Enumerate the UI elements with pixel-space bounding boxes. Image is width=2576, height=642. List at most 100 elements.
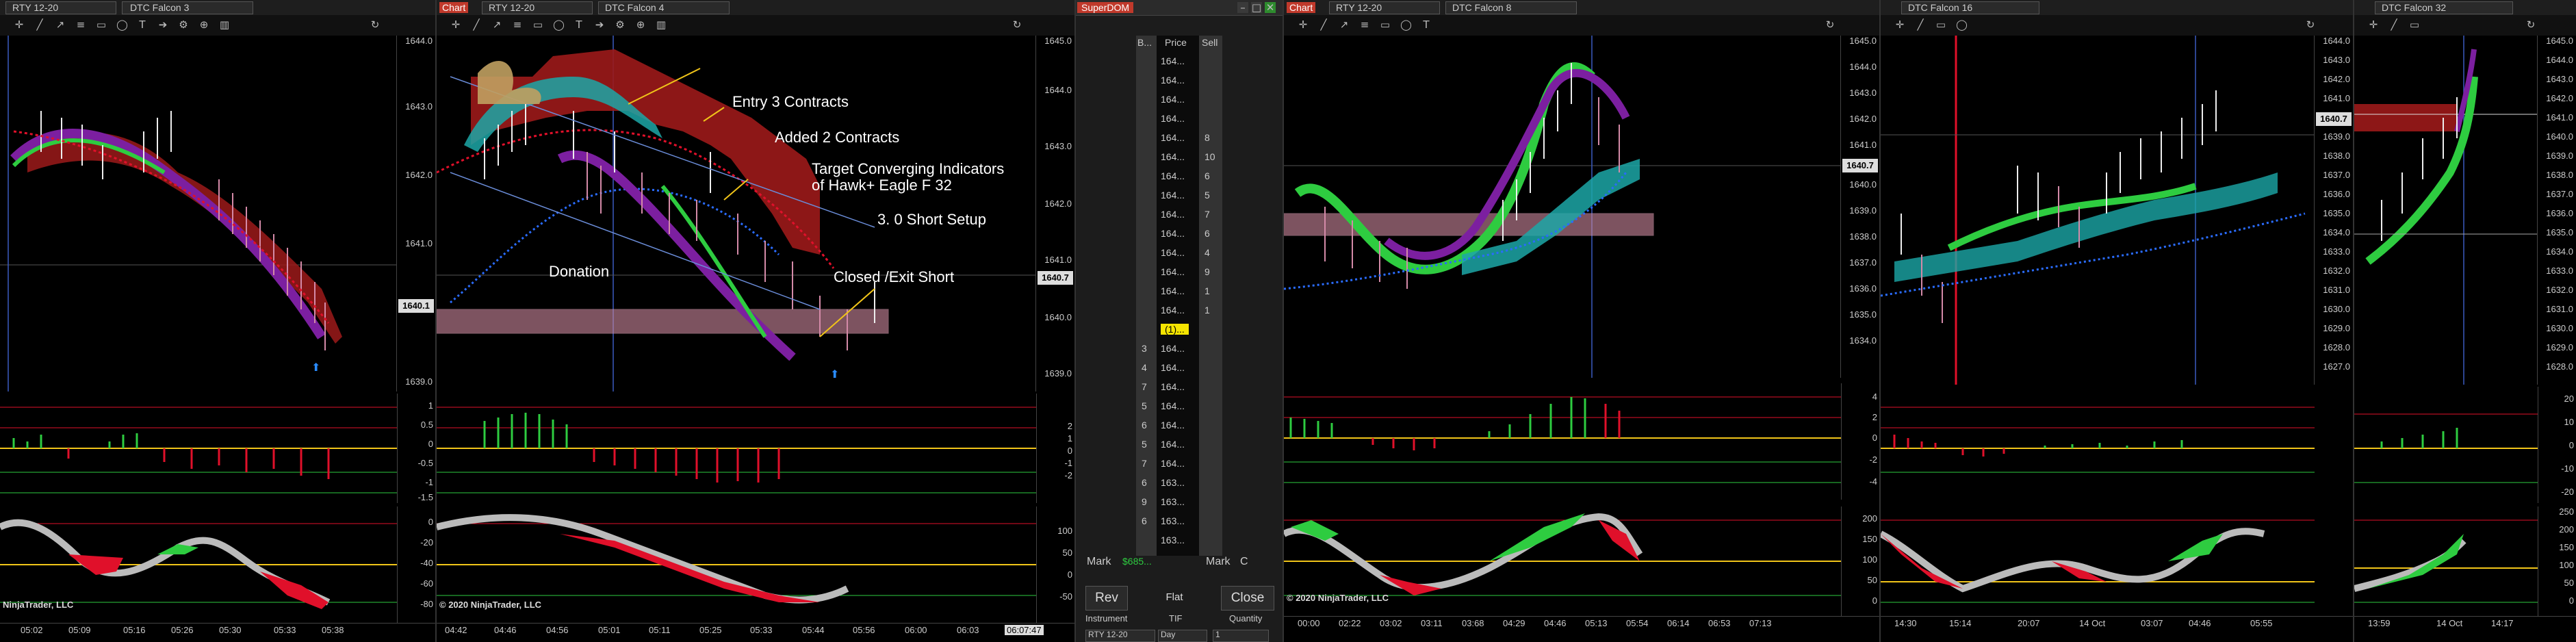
crosshair-icon[interactable]: ✛ [2368, 19, 2379, 30]
price-axis[interactable]: 1644.0 1643.0 1642.0 1641.0 1640.1 1639.… [396, 36, 435, 391]
dom-row[interactable]: 164... 10 [1136, 148, 1222, 167]
text-tool-icon[interactable]: T [574, 19, 584, 30]
zoom-icon[interactable]: ⊕ [635, 19, 646, 30]
line-tool-icon[interactable]: ╱ [34, 19, 45, 30]
dom-row[interactable]: 6 163... [1136, 474, 1222, 493]
price-chart[interactable]: ⬆ [0, 36, 397, 391]
dom-buy-cell[interactable]: 5 [1142, 400, 1147, 411]
ellipse-tool-icon[interactable]: ◯ [116, 19, 128, 30]
dom-row[interactable]: 164... 5 [1136, 186, 1222, 205]
dom-buy-cell[interactable]: 6 [1142, 420, 1147, 431]
refresh-icon[interactable]: ↻ [1012, 19, 1022, 30]
quantity-field[interactable] [1213, 630, 1269, 642]
settings-icon[interactable]: ⚙ [615, 19, 626, 30]
dom-sell-cell[interactable]: 5 [1205, 190, 1210, 201]
fib-tool-icon[interactable]: ≡ [1359, 19, 1370, 30]
oscillator-2[interactable] [2354, 506, 2538, 616]
rect-tool-icon[interactable]: ▭ [1935, 19, 1946, 30]
dom-row[interactable]: 164... 6 [1136, 224, 1222, 244]
dom-row[interactable]: 6 164... [1136, 416, 1222, 435]
dom-row[interactable]: 164... 1 [1136, 301, 1222, 320]
dom-sell-cell[interactable]: 10 [1205, 151, 1215, 162]
oscillator-1[interactable] [2354, 387, 2538, 503]
dom-sell-cell[interactable]: 1 [1205, 285, 1210, 296]
dom-buy-cell[interactable]: 6 [1142, 477, 1147, 488]
dom-sell-cell[interactable]: 4 [1205, 247, 1210, 258]
dom-row[interactable]: 164... 4 [1136, 244, 1222, 263]
price-axis[interactable]: 1645.0 1644.0 1643.0 1642.0 1641.0 1640.… [1840, 36, 1879, 378]
price-chart[interactable] [1284, 36, 1841, 378]
ellipse-tool-icon[interactable]: ◯ [1400, 19, 1412, 30]
dom-row[interactable]: 164... [1136, 52, 1222, 71]
minimize-icon[interactable]: – [1237, 2, 1248, 13]
line-tool-icon[interactable]: ╱ [1915, 19, 1926, 30]
reverse-button[interactable]: Rev [1085, 586, 1128, 611]
dom-row[interactable]: 4 164... [1136, 359, 1222, 378]
dom-row[interactable]: 5 164... [1136, 435, 1222, 454]
crosshair-icon[interactable]: ✛ [1298, 19, 1309, 30]
dom-buy-cell[interactable]: 7 [1142, 458, 1147, 469]
zoom-icon[interactable]: ⊕ [198, 19, 209, 30]
dom-row[interactable]: 164... 6 [1136, 167, 1222, 186]
oscillator-1[interactable] [1284, 383, 1841, 500]
dom-sell-cell[interactable]: 9 [1205, 266, 1210, 277]
time-axis[interactable]: 00:00 02:22 03:02 03:11 03:68 04:29 04:4… [1284, 616, 1879, 642]
oscillator-1[interactable] [1881, 387, 2315, 503]
refresh-icon[interactable]: ↻ [2305, 19, 2316, 30]
dom-row[interactable]: 3 164... [1136, 339, 1222, 359]
dom-row[interactable]: (1)... [1136, 320, 1222, 339]
dom-buy-cell[interactable]: 7 [1142, 381, 1147, 392]
oscillator-1[interactable] [437, 394, 1036, 503]
crosshair-icon[interactable]: ✛ [1894, 19, 1905, 30]
refresh-icon[interactable]: ↻ [370, 19, 381, 30]
oscillator-1[interactable] [0, 394, 397, 503]
dom-row[interactable]: 164... 7 [1136, 205, 1222, 224]
dom-buy-cell[interactable]: 4 [1142, 362, 1147, 373]
rect-tool-icon[interactable]: ▭ [96, 19, 107, 30]
ray-tool-icon[interactable]: ↗ [491, 19, 502, 30]
oscillator-2[interactable] [1881, 506, 2315, 616]
dom-row[interactable]: 9 163... [1136, 493, 1222, 512]
rect-tool-icon[interactable]: ▭ [532, 19, 543, 30]
price-chart[interactable] [1881, 36, 2315, 385]
dom-row[interactable]: 164... 1 [1136, 282, 1222, 301]
maximize-icon[interactable]: □ [1251, 2, 1262, 13]
price-chart[interactable] [2354, 36, 2538, 385]
dom-row[interactable]: 7 164... [1136, 454, 1222, 474]
time-axis[interactable]: 13:59 14 Oct 14:17 [2354, 616, 2576, 642]
arrow-tool-icon[interactable]: ➔ [157, 19, 168, 30]
close-icon[interactable]: ✕ [1265, 2, 1276, 13]
fib-tool-icon[interactable]: ≡ [75, 19, 86, 30]
text-tool-icon[interactable]: T [1421, 19, 1432, 30]
ellipse-tool-icon[interactable]: ◯ [1956, 19, 1968, 30]
time-axis[interactable]: 05:02 05:09 05:16 05:26 05:30 05:33 05:3… [0, 623, 435, 642]
dom-sell-cell[interactable]: 6 [1205, 170, 1210, 181]
ray-tool-icon[interactable]: ↗ [1339, 19, 1350, 30]
dom-buy-cell[interactable]: 6 [1142, 515, 1147, 526]
dom-buy-cell[interactable]: 9 [1142, 496, 1147, 507]
settings-icon[interactable]: ⚙ [178, 19, 189, 30]
dom-sell-cell[interactable]: 8 [1205, 132, 1210, 143]
rect-tool-icon[interactable]: ▭ [2409, 19, 2420, 30]
bars-icon[interactable]: ▥ [219, 19, 230, 30]
dom-row[interactable]: 6 163... [1136, 512, 1222, 531]
fib-tool-icon[interactable]: ≡ [512, 19, 523, 30]
line-tool-icon[interactable]: ╱ [1318, 19, 1329, 30]
dom-row[interactable]: 7 164... [1136, 378, 1222, 397]
dom-row[interactable]: 164... [1136, 90, 1222, 110]
ray-tool-icon[interactable]: ↗ [55, 19, 66, 30]
dom-row[interactable]: 164... 8 [1136, 129, 1222, 148]
text-tool-icon[interactable]: T [137, 19, 148, 30]
time-axis[interactable]: 14:30 15:14 20:07 14 Oct 03:07 04:46 05:… [1881, 616, 2353, 642]
crosshair-icon[interactable]: ✛ [450, 19, 461, 30]
dom-ladder[interactable]: B... Price Sell 164... 164... 164... 164...… [1136, 36, 1222, 556]
line-tool-icon[interactable]: ╱ [471, 19, 482, 30]
ellipse-tool-icon[interactable]: ◯ [553, 19, 565, 30]
price-axis[interactable]: 1645.0 1644.0 1643.0 1642.0 1641.0 1640.… [2537, 36, 2576, 385]
dom-row[interactable]: 164... [1136, 71, 1222, 90]
dom-row[interactable]: 163... [1136, 531, 1222, 550]
dom-row[interactable]: 164... 9 [1136, 263, 1222, 282]
dom-sell-cell[interactable]: 6 [1205, 228, 1210, 239]
dom-buy-cell[interactable]: 5 [1142, 439, 1147, 450]
refresh-icon[interactable]: ↻ [2525, 19, 2536, 30]
